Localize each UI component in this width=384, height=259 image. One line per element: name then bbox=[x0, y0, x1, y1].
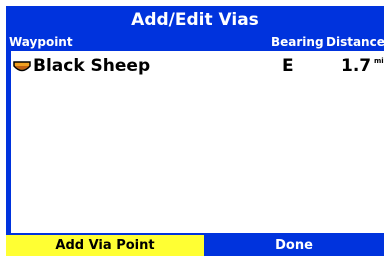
column-header-bearing: Bearing bbox=[271, 35, 324, 49]
via-list[interactable]: Black Sheep E 1.7 mi bbox=[11, 51, 384, 233]
button-bar: Add Via Point Done bbox=[6, 235, 384, 256]
page-title: Add/Edit Vias bbox=[131, 10, 259, 30]
column-header-distance: Distance bbox=[326, 35, 384, 49]
add-edit-vias-screen: Add/Edit Vias Waypoint Bearing Distance … bbox=[6, 6, 384, 256]
waypoint-distance: 1.7 bbox=[341, 56, 372, 76]
waypoint-name: Black Sheep bbox=[33, 56, 151, 76]
distance-unit: mi bbox=[374, 57, 384, 65]
add-via-point-button[interactable]: Add Via Point bbox=[6, 235, 204, 256]
list-item[interactable]: Black Sheep E 1.7 mi bbox=[11, 55, 384, 77]
waypoint-bearing: E bbox=[282, 56, 294, 76]
column-headers: Waypoint Bearing Distance bbox=[6, 34, 384, 50]
done-button[interactable]: Done bbox=[204, 235, 384, 256]
waypoint-flag-icon bbox=[13, 59, 31, 73]
column-header-waypoint: Waypoint bbox=[9, 35, 73, 49]
